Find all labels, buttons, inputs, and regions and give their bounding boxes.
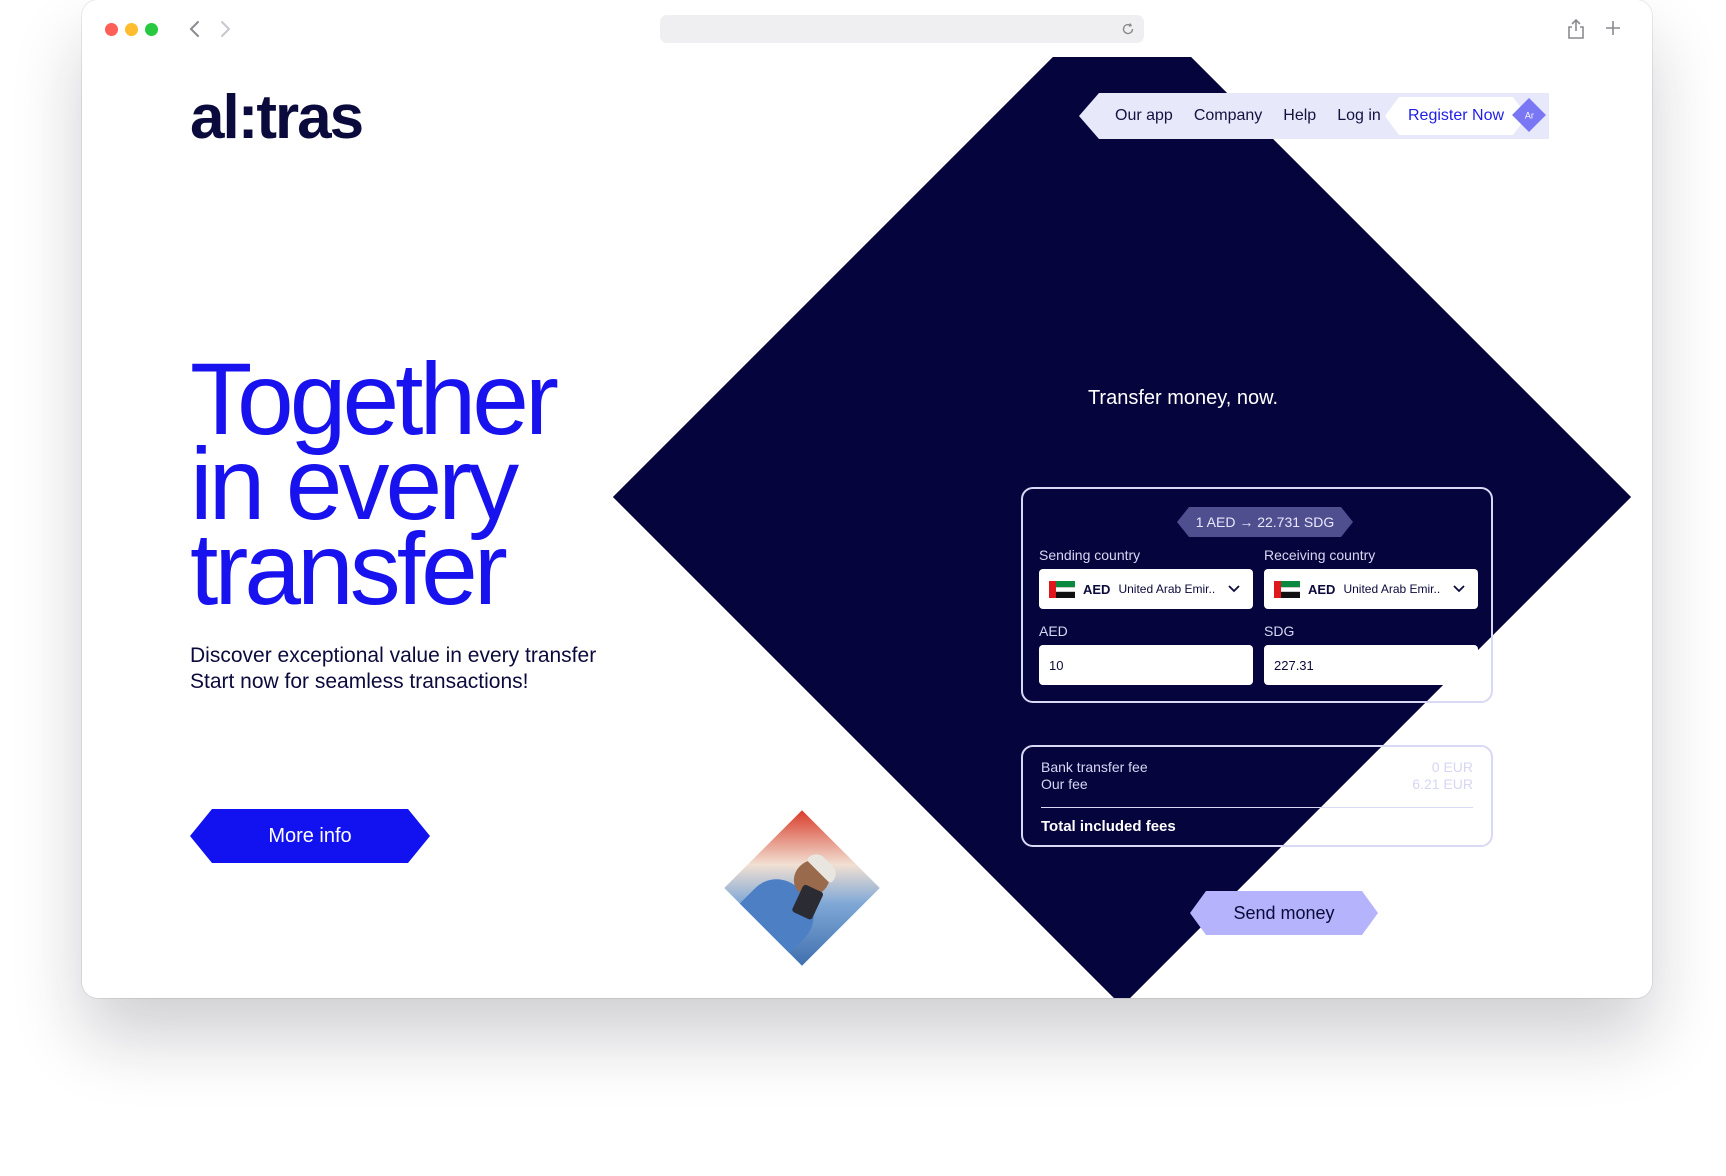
new-tab-icon[interactable] <box>1604 19 1622 37</box>
hero-subtitle-line-1: Discover exceptional value in every tran… <box>190 644 597 667</box>
register-now-button[interactable]: Register Now <box>1385 97 1527 135</box>
hero-heading: Together in every transfer <box>190 348 559 626</box>
nav-log-in[interactable]: Log in <box>1337 107 1381 125</box>
our-fee-value: 6.21 EUR <box>1412 776 1473 792</box>
language-label: Ar <box>1524 110 1534 120</box>
fees-summary-card: Bank transfer fee 0 EUR Our fee 6.21 EUR… <box>1021 745 1493 847</box>
total-fees-label: Total included fees <box>1041 818 1176 835</box>
hero-subtitle-line-2: Start now for seamless transactions! <box>190 670 529 693</box>
page-content: al:tras Our app Company Help Log in Regi… <box>82 57 1652 998</box>
address-bar[interactable] <box>660 15 1144 43</box>
forward-arrow-icon[interactable] <box>214 14 236 44</box>
altras-logo[interactable]: al:tras <box>190 87 364 149</box>
close-window-button[interactable] <box>105 23 118 36</box>
more-info-button[interactable]: More info <box>190 809 430 863</box>
back-arrow-icon[interactable] <box>184 14 206 44</box>
receiving-country-name: United Arab Emir.. <box>1343 582 1441 596</box>
reload-icon[interactable] <box>1120 21 1136 37</box>
receive-amount-input[interactable] <box>1264 645 1478 685</box>
sending-currency-code: AED <box>1083 581 1111 597</box>
bank-fee-value: 0 EUR <box>1431 759 1473 775</box>
chevron-down-icon <box>1228 585 1240 593</box>
send-amount-label: AED <box>1039 623 1068 639</box>
transfer-calculator-card: 1 AED → 22.731 SDG Sending country Recei… <box>1021 487 1493 703</box>
uae-flag-icon <box>1049 580 1075 598</box>
top-navigation: Our app Company Help Log in Register Now… <box>1079 93 1549 139</box>
send-amount-input[interactable] <box>1039 645 1253 685</box>
minimize-window-button[interactable] <box>125 23 138 36</box>
nav-links: Our app Company Help Log in <box>1115 93 1381 139</box>
uae-flag-icon <box>1274 580 1300 598</box>
maximize-window-button[interactable] <box>145 23 158 36</box>
nav-company[interactable]: Company <box>1194 107 1262 125</box>
transfer-widget-title: Transfer money, now. <box>1087 387 1279 409</box>
our-fee-label: Our fee <box>1041 776 1088 792</box>
nav-help[interactable]: Help <box>1283 107 1316 125</box>
share-icon[interactable] <box>1566 17 1586 41</box>
browser-window: al:tras Our app Company Help Log in Regi… <box>82 0 1652 998</box>
sending-country-select[interactable]: AED United Arab Emir.. <box>1039 569 1253 609</box>
receiving-country-select[interactable]: AED United Arab Emir.. <box>1264 569 1478 609</box>
receive-amount-label: SDG <box>1264 623 1295 639</box>
receiving-currency-code: AED <box>1308 581 1336 597</box>
total-fees-row: Total included fees 6.21 EUR <box>1041 818 1473 835</box>
bank-fee-label: Bank transfer fee <box>1041 759 1148 775</box>
chevron-down-icon <box>1453 585 1465 593</box>
send-money-button[interactable]: Send money <box>1190 891 1378 935</box>
browser-titlebar <box>82 0 1652 58</box>
sending-country-name: United Arab Emir.. <box>1118 582 1216 596</box>
nav-our-app[interactable]: Our app <box>1115 107 1173 125</box>
bank-fee-row: Bank transfer fee 0 EUR <box>1041 759 1473 775</box>
total-fees-value: 6.21 EUR <box>1407 818 1473 835</box>
sending-country-label: Sending country <box>1039 547 1141 563</box>
exchange-rate-badge: 1 AED → 22.731 SDG <box>1177 507 1353 537</box>
receiving-country-label: Receiving country <box>1264 547 1376 563</box>
fees-divider <box>1041 807 1473 808</box>
hero-line-3: transfer <box>190 512 508 626</box>
our-fee-row: Our fee 6.21 EUR <box>1041 776 1473 792</box>
customer-photo <box>724 810 880 966</box>
hero-subtitle: Discover exceptional value in every tran… <box>190 643 596 695</box>
